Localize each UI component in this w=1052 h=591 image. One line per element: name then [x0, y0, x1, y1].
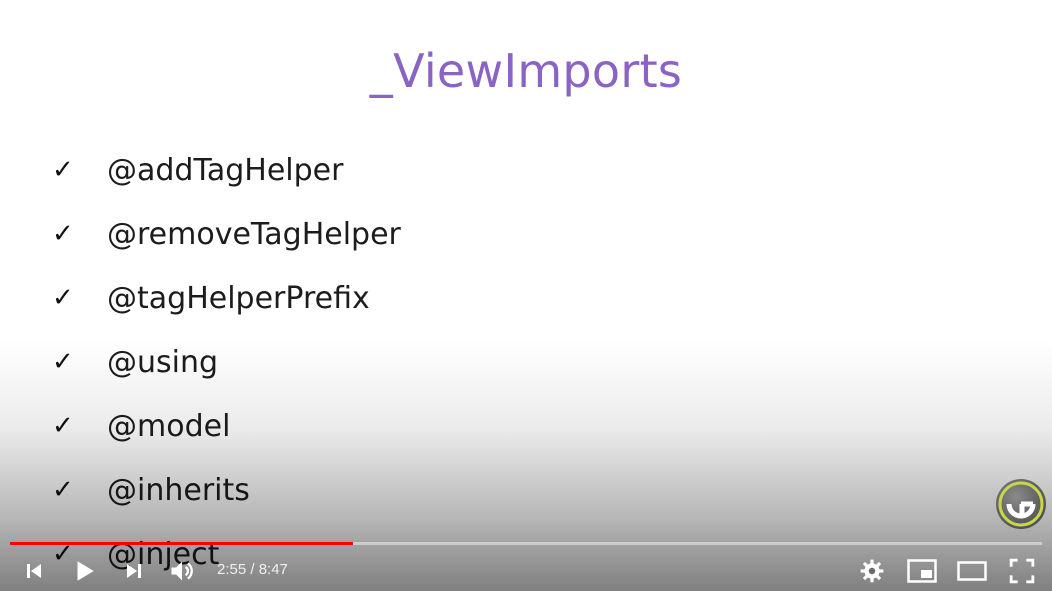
- bullet-item: ✓ @addTagHelper: [52, 150, 343, 190]
- time-display: 2:55 / 8:47: [217, 561, 288, 578]
- checkmark-icon: ✓: [52, 283, 74, 313]
- checkmark-icon: ✓: [52, 411, 74, 441]
- bullet-text: @using: [107, 344, 219, 380]
- bullet-item: ✓ @using: [52, 342, 218, 382]
- bullet-text: @model: [107, 408, 231, 444]
- bullet-text: @inherits: [107, 472, 250, 508]
- progress-played: [10, 542, 353, 545]
- checkmark-icon: ✓: [52, 347, 74, 377]
- fullscreen-icon[interactable]: [1004, 555, 1040, 587]
- miniplayer-icon[interactable]: [904, 555, 940, 587]
- video-frame[interactable]: _ViewImports ✓ @addTagHelper ✓ @removeTa…: [0, 0, 1052, 591]
- bullet-text: @removeTagHelper: [107, 216, 401, 252]
- slide-title: _ViewImports: [369, 44, 683, 98]
- bullet-item: ✓ @model: [52, 406, 230, 446]
- bullet-text: @tagHelperPrefix: [107, 280, 370, 316]
- play-icon[interactable]: [66, 555, 102, 587]
- progress-bar[interactable]: [10, 541, 1042, 546]
- bullet-text: @addTagHelper: [107, 152, 344, 188]
- player-controls: 2:55 / 8:47: [0, 551, 1052, 591]
- bullet-item: ✓ @inherits: [52, 470, 250, 510]
- theater-mode-icon[interactable]: [954, 555, 990, 587]
- skip-previous-icon[interactable]: [16, 555, 52, 587]
- skip-next-icon[interactable]: [116, 555, 152, 587]
- bullet-item: ✓ @tagHelperPrefix: [52, 278, 370, 318]
- checkmark-icon: ✓: [52, 155, 74, 185]
- gear-icon[interactable]: [854, 555, 890, 587]
- bullet-item: ✓ @removeTagHelper: [52, 214, 401, 254]
- checkmark-icon: ✓: [52, 475, 74, 505]
- channel-logo-icon[interactable]: [996, 479, 1046, 529]
- volume-icon[interactable]: [164, 555, 200, 587]
- checkmark-icon: ✓: [52, 219, 74, 249]
